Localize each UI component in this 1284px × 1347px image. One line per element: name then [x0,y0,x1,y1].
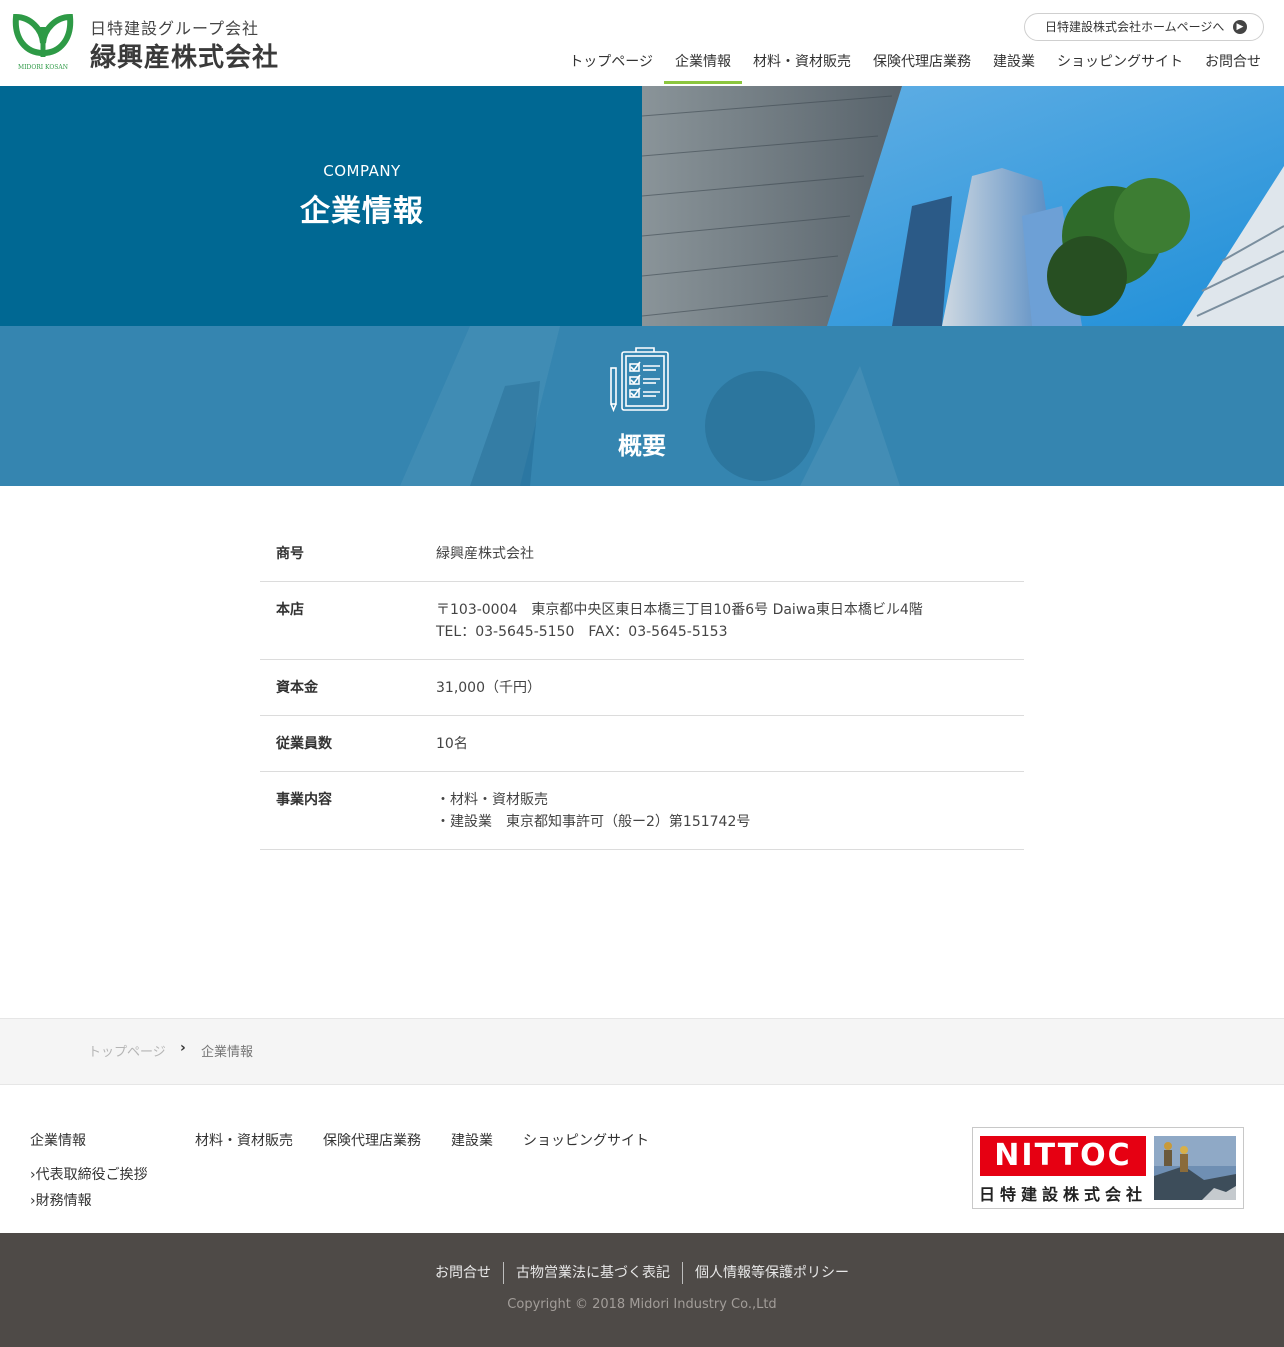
climbers-photo [1154,1136,1236,1200]
row-label: 商号 [276,546,304,562]
page-title: 企業情報 [300,194,424,229]
nav-item-top[interactable]: トップページ [558,52,664,84]
nav-item-insurance[interactable]: 保険代理店業務 [862,52,982,84]
arrow-right-circle-icon: ▶ [1233,20,1247,34]
value-line: 緑興産株式会社 [436,546,534,562]
value-line: 31,000（千円） [436,680,541,696]
footer-link-label: 代表取締役ご挨拶 [35,1167,148,1183]
svg-text:MIDORI KOSAN: MIDORI KOSAN [18,64,68,71]
parent-company-homepage-link[interactable]: 日特建設株式会社ホームページへ ▶ [1024,13,1264,41]
nittoc-logo: NITTOC [980,1136,1146,1176]
footer-bottom-links: お問合せ 古物営業法に基づく表記 個人情報等保護ポリシー [0,1262,1284,1284]
address-line: 〒103-0004 東京都中央区東日本橋三丁目10番6号 Daiwa東日本橋ビル… [436,602,923,618]
main-nav: トップページ 企業情報 材料・資材販売 保険代理店業務 建設業 ショッピングサイ… [558,52,1272,84]
table-row: 本店 〒103-0004 東京都中央区東日本橋三丁目10番6号 Daiwa東日本… [260,582,1024,660]
row-value: 31,000（千円） [436,677,1024,699]
table-row: 事業内容 ・材料・資材販売 ・建設業 東京都知事許可（般ー2）第151742号 [260,772,1024,850]
row-value: 〒103-0004 東京都中央区東日本橋三丁目10番6号 Daiwa東日本橋ビル… [436,599,1024,643]
footer-link-contact[interactable]: お問合せ [423,1262,503,1282]
homepage-link-label: 日特建設株式会社ホームページへ [1045,20,1225,34]
footer-link-shopping[interactable]: ショッピングサイト [523,1130,649,1150]
row-value: 緑興産株式会社 [436,543,1024,565]
row-value: ・材料・資材販売 ・建設業 東京都知事許可（般ー2）第151742号 [436,789,1024,833]
footer-link-company[interactable]: 企業情報 [30,1130,86,1150]
row-label: 本店 [276,602,304,618]
leaf-logo-icon: MIDORI KOSAN [12,13,74,71]
business-line: ・材料・資材販売 [436,792,548,808]
clipboard-checklist-icon [610,347,669,413]
section-heading-bar: 概要 [0,326,1284,486]
table-row: 資本金 31,000（千円） [260,660,1024,716]
copyright: Copyright © 2018 Midori Industry Co.,Ltd [507,1297,777,1312]
nav-item-construction[interactable]: 建設業 [982,52,1046,84]
nittoc-company-name: 日特建設株式会社 [979,1185,1148,1204]
site-logo[interactable]: MIDORI KOSAN 日特建設グループ会社 緑興産株式会社 [12,13,302,73]
breadcrumb: トップページ › 企業情報 [0,1018,1284,1085]
footer-link-financial[interactable]: ›財務情報 [30,1190,92,1210]
logo-company-name: 緑興産株式会社 [90,43,280,73]
footer-link-construction[interactable]: 建設業 [451,1130,493,1150]
value-line: 10名 [436,736,468,752]
row-label: 資本金 [276,680,318,696]
row-label: 事業内容 [276,792,332,808]
nav-item-materials[interactable]: 材料・資材販売 [742,52,862,84]
footer-link-antique-notice[interactable]: 古物営業法に基づく表記 [504,1262,682,1282]
row-value: 10名 [436,733,1024,755]
nittoc-banner-link[interactable]: NITTOC 日特建設株式会社 [972,1127,1244,1209]
site-footer: お問合せ 古物営業法に基づく表記 個人情報等保護ポリシー Copyright © 2… [0,1233,1284,1347]
nav-item-company[interactable]: 企業情報 [664,52,742,84]
footer-link-greeting[interactable]: ›代表取締役ご挨拶 [30,1164,148,1184]
table-row: 従業員数 10名 [260,716,1024,772]
nav-item-shopping[interactable]: ショッピングサイト [1046,52,1194,84]
nav-item-contact[interactable]: お問合せ [1194,52,1272,84]
phone-line: TEL：03-5645-5150 FAX：03-5645-5153 [436,624,728,640]
page-hero: COMPANY 企業情報 [0,86,1284,326]
footer-link-privacy-policy[interactable]: 個人情報等保護ポリシー [683,1262,861,1282]
section-title: 概要 [618,432,666,460]
footer-link-insurance[interactable]: 保険代理店業務 [323,1130,421,1150]
logo-subtitle: 日特建設グループ会社 [90,19,260,38]
chevron-right-icon: › [180,1040,186,1056]
hero-building-image [642,86,1284,326]
business-line: ・建設業 東京都知事許可（般ー2）第151742号 [436,814,751,830]
table-row: 商号 緑興産株式会社 [260,526,1024,582]
footer-link-materials[interactable]: 材料・資材販売 [195,1130,293,1150]
hero-english-title: COMPANY [323,162,401,180]
breadcrumb-current: 企業情報 [201,1045,254,1060]
row-label: 従業員数 [276,736,332,752]
site-header: MIDORI KOSAN 日特建設グループ会社 緑興産株式会社 日特建設株式会社… [0,0,1284,86]
footer-link-label: 財務情報 [35,1193,92,1209]
breadcrumb-home-link[interactable]: トップページ [88,1041,166,1060]
company-info-table: 商号 緑興産株式会社 本店 〒103-0004 東京都中央区東日本橋三丁目10番… [260,526,1024,850]
